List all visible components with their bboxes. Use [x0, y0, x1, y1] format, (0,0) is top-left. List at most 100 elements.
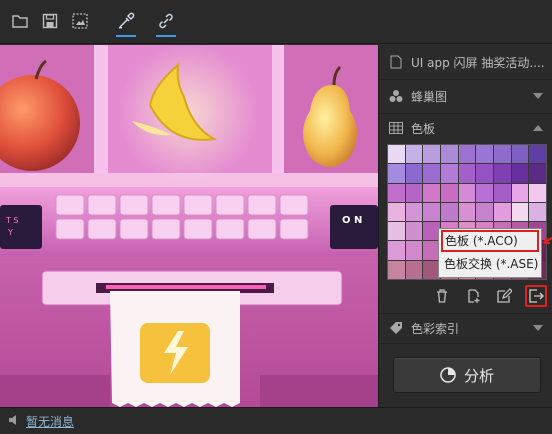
- callout-arrow-icon: [543, 236, 552, 244]
- machine-key: [151, 194, 181, 216]
- link-icon[interactable]: [154, 9, 178, 37]
- active-indicator: [156, 35, 176, 37]
- color-swatch[interactable]: [423, 164, 440, 183]
- svg-text:T S: T S: [5, 216, 19, 225]
- color-swatch[interactable]: [405, 260, 423, 279]
- color-swatch[interactable]: [405, 164, 423, 183]
- color-swatch[interactable]: [423, 183, 440, 202]
- machine-key: [279, 194, 309, 216]
- color-swatch[interactable]: [511, 145, 529, 164]
- machine-key: [215, 218, 245, 240]
- toolbar: [0, 0, 552, 44]
- color-swatch[interactable]: [405, 241, 423, 260]
- color-swatch[interactable]: [388, 145, 405, 164]
- machine-key: [247, 218, 277, 240]
- screenshot-icon[interactable]: [68, 9, 92, 33]
- edit-icon[interactable]: [493, 285, 515, 307]
- machine-key: [151, 218, 181, 240]
- divider: [379, 343, 552, 344]
- color-swatch[interactable]: [458, 145, 476, 164]
- status-message[interactable]: 暂无消息: [26, 413, 74, 430]
- menu-item-aco[interactable]: 色板 (*.ACO): [441, 230, 539, 252]
- color-swatch[interactable]: [458, 183, 476, 202]
- expand-arrow-icon[interactable]: [533, 125, 543, 131]
- color-swatch[interactable]: [493, 183, 511, 202]
- analyze-button[interactable]: 分析: [393, 357, 541, 393]
- palette-section-header[interactable]: 色板: [379, 113, 552, 143]
- color-swatch[interactable]: [440, 164, 458, 183]
- color-swatch[interactable]: [388, 222, 405, 241]
- color-swatch[interactable]: [405, 222, 423, 241]
- color-swatch[interactable]: [440, 145, 458, 164]
- machine-key: [87, 194, 117, 216]
- color-index-label: 色彩索引: [411, 321, 460, 336]
- machine-key: [87, 218, 117, 240]
- color-swatch[interactable]: [405, 202, 423, 222]
- color-swatch[interactable]: [529, 164, 546, 183]
- color-swatch[interactable]: [511, 183, 529, 202]
- collapse-arrow-icon[interactable]: [533, 325, 543, 331]
- palette-toolbar: [379, 283, 552, 309]
- svg-text:Y: Y: [7, 228, 13, 237]
- color-swatch[interactable]: [511, 202, 529, 222]
- divider: [379, 79, 552, 80]
- color-swatch[interactable]: [388, 202, 405, 222]
- color-swatch[interactable]: [388, 183, 405, 202]
- svg-text:O N: O N: [342, 215, 362, 226]
- project-label: UI app 闪屏 抽奖活动....: [411, 55, 545, 70]
- color-swatch[interactable]: [476, 202, 493, 222]
- machine-key: [55, 194, 85, 216]
- eyedropper-icon[interactable]: [114, 9, 138, 37]
- honeycomb-section-header[interactable]: 蜂巢图: [379, 81, 552, 111]
- color-swatch[interactable]: [493, 164, 511, 183]
- color-swatch[interactable]: [388, 164, 405, 183]
- machine-key: [279, 218, 309, 240]
- grid-icon: [389, 121, 403, 135]
- color-swatch[interactable]: [423, 202, 440, 222]
- machine-key: [183, 218, 213, 240]
- color-swatch[interactable]: [476, 183, 493, 202]
- color-swatch[interactable]: [529, 183, 546, 202]
- color-swatch[interactable]: [476, 145, 493, 164]
- color-swatch[interactable]: [423, 145, 440, 164]
- document-icon: [389, 55, 403, 69]
- project-row[interactable]: UI app 闪屏 抽奖活动....: [379, 47, 552, 77]
- image-canvas[interactable]: T S Y O N: [0, 45, 378, 407]
- open-folder-icon[interactable]: [8, 9, 32, 33]
- machine-key: [55, 218, 85, 240]
- speaker-icon: [8, 414, 18, 429]
- color-swatch[interactable]: [458, 164, 476, 183]
- collapse-arrow-icon[interactable]: [533, 93, 543, 99]
- right-panel: UI app 闪屏 抽奖活动.... 蜂巢图 色板 色板 (*.ACO) 色板交…: [378, 45, 552, 407]
- palette-label: 色板: [411, 121, 436, 136]
- color-swatch[interactable]: [388, 241, 405, 260]
- active-indicator: [116, 35, 136, 37]
- color-swatch[interactable]: [405, 183, 423, 202]
- pie-chart-icon: [440, 367, 456, 383]
- color-swatch[interactable]: [440, 202, 458, 222]
- machine-key: [119, 194, 149, 216]
- honeycomb-label: 蜂巢图: [411, 89, 448, 104]
- color-swatch[interactable]: [458, 202, 476, 222]
- machine-key: [119, 218, 149, 240]
- export-icon[interactable]: [525, 285, 547, 307]
- add-file-icon[interactable]: [463, 285, 485, 307]
- export-context-menu: 色板 (*.ACO) 色板交换 (*.ASE): [438, 228, 542, 278]
- color-swatch[interactable]: [493, 145, 511, 164]
- analyze-label: 分析: [463, 366, 494, 385]
- color-swatch[interactable]: [440, 183, 458, 202]
- save-icon[interactable]: [38, 9, 62, 33]
- color-index-section-header[interactable]: 色彩索引: [379, 313, 552, 343]
- menu-item-ase[interactable]: 色板交换 (*.ASE): [439, 253, 541, 275]
- delete-icon[interactable]: [431, 285, 453, 307]
- color-swatch[interactable]: [493, 202, 511, 222]
- color-swatch[interactable]: [405, 145, 423, 164]
- color-swatch[interactable]: [529, 202, 546, 222]
- color-swatch[interactable]: [476, 164, 493, 183]
- app-window: T S Y O N UI app 闪屏 抽奖活动.... 蜂巢图 色板 色板 (…: [0, 0, 552, 434]
- color-swatch[interactable]: [388, 260, 405, 279]
- color-swatch[interactable]: [529, 145, 546, 164]
- machine-key: [247, 194, 277, 216]
- slot-machine-artwork: T S Y O N: [0, 45, 378, 407]
- color-swatch[interactable]: [511, 164, 529, 183]
